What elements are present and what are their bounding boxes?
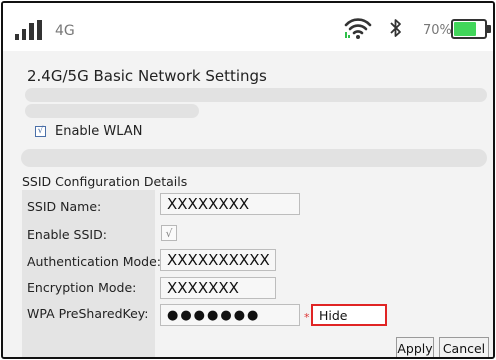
enable-wlan-checkbox[interactable]: √	[35, 126, 46, 137]
encryption-mode-select[interactable]: XXXXXXX	[160, 277, 276, 299]
required-mark: *	[304, 311, 310, 324]
apply-button[interactable]: Apply	[396, 337, 434, 357]
status-bar: 4G 70%	[3, 3, 493, 51]
psk-label: WPA PreSharedKey:	[27, 306, 149, 321]
device-screen: 4G 70% 2.4G/5G Basic Network Settings √ …	[1, 1, 495, 359]
page-title: 2.4G/5G Basic Network Settings	[27, 67, 267, 85]
placeholder-bar	[25, 104, 199, 118]
battery-percentage: 70%	[423, 23, 452, 38]
ssid-name-label: SSID Name:	[27, 199, 102, 214]
battery-fill	[454, 22, 477, 36]
placeholder-bar	[21, 149, 487, 167]
settings-panel: 2.4G/5G Basic Network Settings √ Enable …	[3, 51, 493, 357]
network-type: 4G	[55, 23, 75, 39]
encryption-mode-label: Encryption Mode:	[27, 280, 137, 295]
enable-wlan-row[interactable]: √ Enable WLAN	[35, 124, 142, 139]
battery-icon	[451, 19, 491, 39]
hide-password-button[interactable]: Hide	[311, 304, 387, 326]
enable-ssid-label: Enable SSID:	[27, 227, 107, 242]
ssid-name-input[interactable]: XXXXXXXX	[160, 193, 300, 215]
form-label-column	[22, 190, 155, 357]
enable-ssid-checkbox[interactable]: √	[161, 225, 177, 241]
wifi-icon	[344, 18, 372, 39]
auth-mode-select[interactable]: XXXXXXXXXX	[160, 249, 276, 271]
auth-mode-label: Authentication Mode:	[27, 254, 162, 269]
battery-nub	[487, 25, 491, 33]
cancel-button[interactable]: Cancel	[439, 337, 489, 357]
bluetooth-icon	[390, 19, 401, 37]
enable-wlan-label: Enable WLAN	[55, 124, 143, 139]
signal-strength-icon	[15, 20, 42, 40]
placeholder-bar	[25, 88, 487, 102]
psk-input[interactable]: ●●●●●●●	[160, 304, 300, 326]
section-title: SSID Configuration Details	[22, 174, 188, 189]
